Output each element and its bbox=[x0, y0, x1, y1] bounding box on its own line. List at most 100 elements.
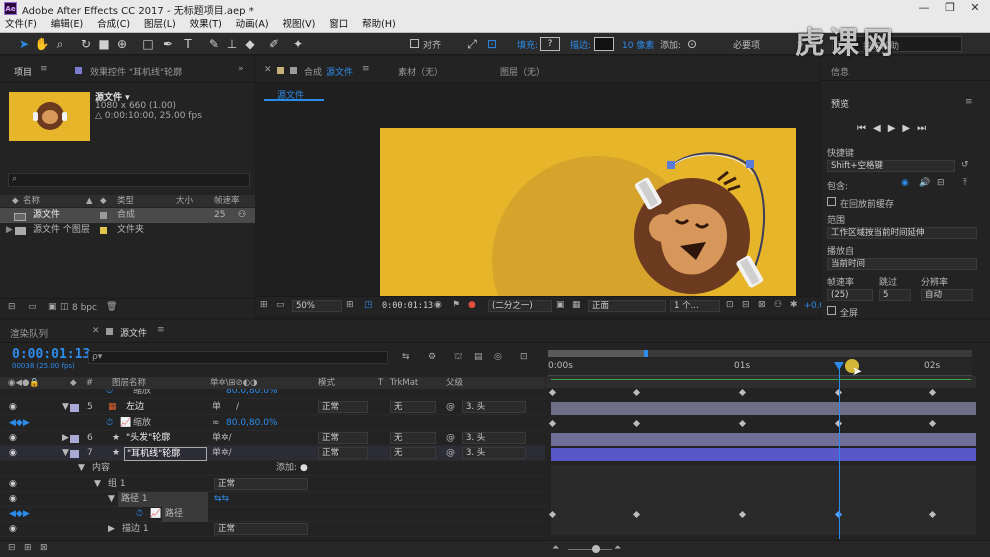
close-tab-icon[interactable]: ✕ bbox=[264, 65, 272, 75]
playback-controls[interactable]: ⏮◀▶▶⏭ bbox=[857, 123, 933, 134]
collapse-arrow-icon[interactable]: ▼ bbox=[78, 461, 85, 476]
menu-window[interactable]: 窗口 bbox=[324, 17, 354, 32]
exposure-icon[interactable]: ✱ bbox=[790, 300, 798, 310]
link-icon[interactable]: ∞ bbox=[212, 416, 220, 431]
col-layer-name[interactable]: 图层名称 bbox=[112, 377, 146, 389]
keyframe[interactable] bbox=[548, 419, 557, 428]
toggle-pixel-icon[interactable]: ⊡ bbox=[726, 300, 734, 310]
shy-layers-icon[interactable]: ⛫ bbox=[454, 352, 462, 363]
zoom-in-icon[interactable]: ⏶ bbox=[614, 543, 621, 553]
project-menu-icon[interactable]: ≡ bbox=[40, 64, 48, 74]
maximize-button[interactable]: ❐ bbox=[940, 1, 960, 15]
trkmat-dropdown[interactable]: 无 bbox=[390, 432, 436, 444]
comp-tab-menu-icon[interactable]: ≡ bbox=[362, 64, 370, 74]
minimize-button[interactable]: — bbox=[914, 1, 934, 15]
zoom-slider-track[interactable] bbox=[568, 549, 612, 550]
visibility-icon[interactable]: ◉ bbox=[9, 446, 17, 461]
add-icon[interactable]: ⊙ bbox=[684, 36, 700, 52]
play-icon[interactable]: ▶ bbox=[888, 123, 903, 134]
time-ruler[interactable]: 0:00s 01s 02s bbox=[548, 358, 972, 376]
zoom-tool-icon[interactable]: ⌕ bbox=[52, 36, 68, 52]
shy-switch-icon[interactable]: 单 bbox=[212, 400, 221, 415]
settings-icon[interactable]: ◫ bbox=[60, 302, 69, 312]
parent-dropdown[interactable]: 3. 头 bbox=[462, 447, 526, 459]
resolution-dropdown[interactable]: 自动 bbox=[921, 289, 973, 301]
workspace-label[interactable]: 必要项 bbox=[733, 38, 760, 51]
graph-icon[interactable]: 📈 bbox=[120, 416, 131, 431]
rectangle-tool-icon[interactable]: □ bbox=[140, 36, 156, 52]
eraser-tool-icon[interactable]: ◆ bbox=[242, 36, 258, 52]
close-button[interactable]: ✕ bbox=[965, 1, 985, 15]
transparency-grid-icon[interactable]: ▦ bbox=[572, 300, 581, 310]
roto-brush-tool-icon[interactable]: ✐ bbox=[266, 36, 282, 52]
expand-arrow-icon[interactable]: ▶ bbox=[62, 431, 69, 446]
monitor-icon[interactable]: ▭ bbox=[276, 300, 285, 310]
keyframe[interactable] bbox=[928, 388, 937, 397]
menu-help[interactable]: 帮助(H) bbox=[357, 17, 402, 32]
fill-swatch[interactable]: ? bbox=[540, 37, 560, 51]
region-icon[interactable]: ▣ bbox=[556, 300, 565, 310]
trash-icon[interactable]: 🗑 bbox=[106, 302, 117, 312]
stroke-label[interactable]: 描边: bbox=[570, 38, 591, 51]
pan-behind-tool-icon[interactable]: ⊕ bbox=[114, 36, 130, 52]
show-snapshot-icon[interactable]: ⚑ bbox=[452, 300, 460, 310]
stroke-mode-dropdown[interactable]: 正常 bbox=[214, 523, 308, 535]
layer-row[interactable]: ◉ ▼ 5 ▦ 左边 单 / 正常 无 @ 3. 头 bbox=[0, 400, 545, 415]
pickwhip-icon[interactable]: @ bbox=[446, 431, 455, 446]
align-checkbox[interactable] bbox=[410, 39, 419, 48]
visibility-icon[interactable]: ◉ bbox=[9, 400, 17, 415]
in-out-toggle-icon[interactable]: ⊠ bbox=[40, 543, 48, 553]
col-mode[interactable]: 模式 bbox=[318, 377, 335, 389]
collapse-arrow-icon[interactable]: ▼ bbox=[108, 492, 115, 507]
grid-icon[interactable]: ⊞ bbox=[346, 300, 354, 310]
layer-duration-bar[interactable] bbox=[551, 402, 976, 415]
stopwatch-icon[interactable]: ⏱ bbox=[136, 507, 143, 522]
close-tab-icon[interactable]: ✕ bbox=[92, 326, 100, 336]
path-property-row[interactable]: ◀◆▶ ⏱ 📈 路径 bbox=[0, 507, 545, 522]
selection-tool-icon[interactable]: ➤ bbox=[16, 36, 32, 52]
project-item-row[interactable]: ▶ 源文件 个图层 文件夹 bbox=[0, 223, 255, 238]
path-group-row[interactable]: ◉ ▼ 路径 1 ⇆⇆ bbox=[0, 492, 545, 507]
audio-include-icon[interactable]: 🔊 bbox=[919, 178, 930, 188]
path-property-name[interactable]: 路径 bbox=[162, 507, 208, 522]
col-trkmat[interactable]: TrkMat bbox=[390, 377, 418, 389]
mask-visibility-icon[interactable]: ◳ bbox=[364, 300, 373, 310]
keyframe[interactable] bbox=[738, 388, 747, 397]
stopwatch-icon[interactable]: ⏱ bbox=[106, 416, 113, 431]
graph-editor-icon[interactable]: ⊡ bbox=[520, 352, 528, 362]
parent-dropdown[interactable]: 3. 头 bbox=[462, 432, 526, 444]
new-comp-icon[interactable]: ▣ bbox=[48, 302, 57, 312]
layer-label-color[interactable] bbox=[70, 404, 79, 412]
visibility-icon[interactable]: ◉ bbox=[9, 431, 17, 446]
comp-canvas[interactable] bbox=[380, 128, 796, 296]
snap-grid-icon[interactable]: ⊡ bbox=[484, 36, 500, 52]
stroke-row[interactable]: ◉ ▶ 描边 1 正常 bbox=[0, 522, 545, 537]
layer-name-edit-field[interactable]: "耳机线"轮廓 bbox=[124, 447, 207, 461]
trkmat-dropdown[interactable]: 无 bbox=[390, 447, 436, 459]
menu-file[interactable]: 文件(F) bbox=[0, 17, 43, 32]
camera-tool-icon[interactable]: ■ bbox=[96, 36, 112, 52]
skip-dropdown[interactable]: 5 bbox=[879, 289, 911, 301]
property-value[interactable]: 80.0,80.0% bbox=[226, 416, 278, 431]
timeline-search-input[interactable]: ρ▾ bbox=[88, 351, 388, 364]
zoom-out-icon[interactable]: ⏶ bbox=[552, 543, 559, 553]
path-direction-icon[interactable]: ⇆⇆ bbox=[214, 492, 229, 507]
comp-sub-tab[interactable]: 源文件 bbox=[264, 86, 324, 101]
menu-layer[interactable]: 图层(L) bbox=[139, 17, 182, 32]
layer-label-color[interactable] bbox=[70, 435, 79, 443]
clone-stamp-tool-icon[interactable]: ⊥ bbox=[224, 36, 240, 52]
prev-frame-icon[interactable]: ◀ bbox=[873, 123, 888, 134]
parent-dropdown[interactable]: 3. 头 bbox=[462, 401, 526, 413]
stroke-width[interactable]: 10 像素 bbox=[622, 38, 654, 51]
menu-animation[interactable]: 动画(A) bbox=[231, 17, 275, 32]
render-queue-tab[interactable]: 渲染队列 bbox=[10, 326, 48, 340]
contents-row[interactable]: ▼ 内容 添加: ● bbox=[0, 461, 545, 476]
menu-composition[interactable]: 合成(C) bbox=[92, 17, 136, 32]
reset-icon[interactable]: ↺ bbox=[961, 160, 969, 170]
brush-tool-icon[interactable]: ✎ bbox=[206, 36, 222, 52]
trkmat-dropdown[interactable]: 无 bbox=[390, 401, 436, 413]
col-parent[interactable]: 父级 bbox=[446, 377, 463, 389]
add-icon[interactable]: ● bbox=[300, 461, 308, 476]
layer-duration-bar-selected[interactable] bbox=[551, 448, 976, 461]
mode-dropdown[interactable]: 正常 bbox=[318, 432, 368, 444]
